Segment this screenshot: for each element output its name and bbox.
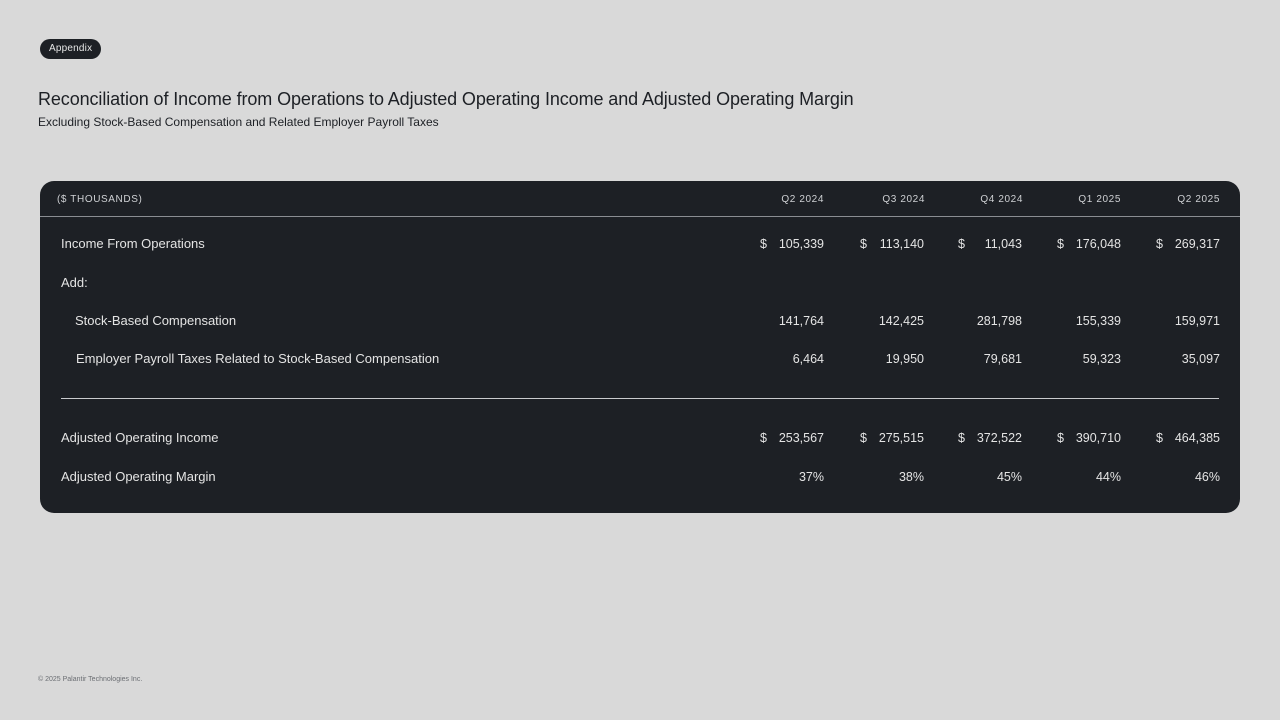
row-label: Adjusted Operating Income xyxy=(61,430,219,445)
row-label: Adjusted Operating Margin xyxy=(61,469,216,484)
value-q4-2024: 281,798 xyxy=(976,314,1022,328)
currency-symbol: $ xyxy=(958,431,965,445)
value-q2-2024: 105,339 xyxy=(778,237,824,251)
value-q1-2025: 44% xyxy=(1095,470,1121,484)
value-q2-2024: 141,764 xyxy=(778,314,824,328)
table-row-employer-payroll-taxes: Employer Payroll Taxes Related to Stock-… xyxy=(40,349,1240,369)
reconciliation-table: ($ THOUSANDS) Q2 2024 Q3 2024 Q4 2024 Q1… xyxy=(40,181,1240,513)
value-q2-2025: 35,097 xyxy=(1181,352,1220,366)
currency-symbol: $ xyxy=(1057,431,1064,445)
value-q3-2024: 142,425 xyxy=(878,314,924,328)
value-q1-2025: 390,710 xyxy=(1075,431,1121,445)
currency-symbol: $ xyxy=(760,431,767,445)
value-q2-2025: 464,385 xyxy=(1174,431,1220,445)
value-q3-2024: 38% xyxy=(898,470,924,484)
appendix-badge: Appendix xyxy=(40,39,102,59)
value-q1-2025: 59,323 xyxy=(1082,352,1121,366)
value-q2-2025: 159,971 xyxy=(1174,314,1220,328)
value-q2-2024: 253,567 xyxy=(778,431,824,445)
currency-symbol: $ xyxy=(760,237,767,251)
currency-symbol: $ xyxy=(958,237,965,251)
currency-symbol: $ xyxy=(860,431,867,445)
value-q4-2024: 79,681 xyxy=(983,352,1022,366)
table-row-stock-based-compensation: Stock-Based Compensation 141,764 142,425… xyxy=(40,311,1240,331)
value-q2-2024: 6,464 xyxy=(792,352,824,366)
row-label: Employer Payroll Taxes Related to Stock-… xyxy=(76,351,440,366)
value-q1-2025: 176,048 xyxy=(1075,237,1121,251)
value-q2-2025: 269,317 xyxy=(1174,237,1220,251)
table-row-add: Add: xyxy=(40,273,1240,293)
column-header-q3-2024: Q3 2024 xyxy=(882,194,925,205)
value-q2-2024: 37% xyxy=(798,470,824,484)
value-q3-2024: 113,140 xyxy=(879,237,924,251)
row-label: Income From Operations xyxy=(61,236,205,251)
unit-label: ($ THOUSANDS) xyxy=(57,194,143,205)
currency-symbol: $ xyxy=(860,237,867,251)
value-q1-2025: 155,339 xyxy=(1075,314,1121,328)
table-row-income-from-operations: Income From Operations $ 105,339 $ 113,1… xyxy=(40,234,1240,254)
row-label: Add: xyxy=(61,275,88,290)
header-divider xyxy=(40,216,1240,217)
row-label: Stock-Based Compensation xyxy=(75,313,237,328)
copyright-footer: © 2025 Palantir Technologies Inc. xyxy=(38,676,143,683)
value-q2-2025: 46% xyxy=(1194,470,1220,484)
currency-symbol: $ xyxy=(1156,431,1163,445)
value-q3-2024: 275,515 xyxy=(878,431,924,445)
table-row-adjusted-operating-income: Adjusted Operating Income $ 253,567 $ 27… xyxy=(40,428,1240,448)
value-q4-2024: 372,522 xyxy=(976,431,1022,445)
table-header-row: ($ THOUSANDS) Q2 2024 Q3 2024 Q4 2024 Q1… xyxy=(40,190,1240,210)
value-q4-2024: 45% xyxy=(996,470,1022,484)
page-title: Reconciliation of Income from Operations… xyxy=(38,89,854,109)
column-header-q2-2024: Q2 2024 xyxy=(781,194,824,205)
column-header-q4-2024: Q4 2024 xyxy=(980,194,1023,205)
table-row-adjusted-operating-margin: Adjusted Operating Margin 37% 38% 45% 44… xyxy=(40,467,1240,487)
value-q4-2024: 11,043 xyxy=(984,237,1022,251)
value-q3-2024: 19,950 xyxy=(885,352,924,366)
page-subtitle: Excluding Stock-Based Compensation and R… xyxy=(38,115,439,129)
column-header-q1-2025: Q1 2025 xyxy=(1078,194,1121,205)
currency-symbol: $ xyxy=(1057,237,1064,251)
summary-divider xyxy=(61,398,1219,399)
currency-symbol: $ xyxy=(1156,237,1163,251)
column-header-q2-2025: Q2 2025 xyxy=(1177,194,1220,205)
